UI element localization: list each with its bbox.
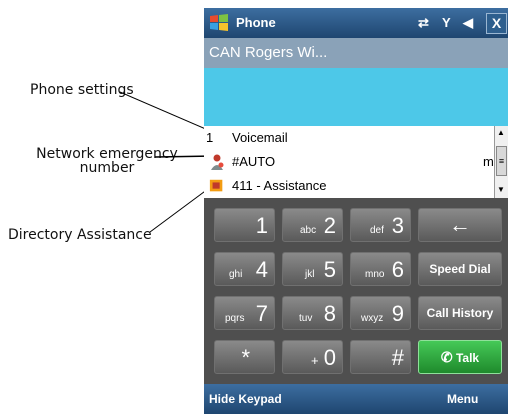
key-hash[interactable]: # [350,340,411,374]
list-item-label: 411 - Assistance [232,178,327,193]
backspace-icon: ← [449,212,471,237]
key-4[interactable]: ghi 4 [214,252,275,286]
callout-phone-settings: Phone settings [30,82,134,98]
speaker-icon[interactable]: ◀ [463,15,473,31]
list-item-emergency[interactable]: #AUTO m [204,150,494,174]
key-digit: 1 [255,213,268,238]
callout-directory-assistance: Directory Assistance [8,227,152,243]
speed-dial-button[interactable]: Speed Dial [418,252,502,286]
key-3[interactable]: def 3 [350,208,411,242]
key-letters: wxyz [361,313,384,324]
list-item-label: #AUTO [232,154,276,169]
callout-network-emergency: Network emergency number [24,147,190,175]
key-2[interactable]: abc 2 [282,208,343,242]
key-digit: 5 [323,257,336,282]
talk-label: Talk [455,351,480,365]
key-letters: pqrs [225,313,245,324]
key-digit: 6 [391,257,404,282]
callout-network-emergency-line1: Network emergency [36,146,178,162]
key-letters: + [311,353,319,368]
list-item-voicemail[interactable]: 1 Voicemail [204,126,494,150]
key-6[interactable]: mno 6 [350,252,411,286]
phone-handset-icon: ✆ [440,349,453,365]
list-item-assistance[interactable]: 411 - Assistance [204,174,494,198]
app-title: Phone [236,15,276,30]
scroll-thumb[interactable]: ≡ [496,146,507,176]
speed-dial-list: 1 Voicemail #AUTO m 411 - Assistance ▲ ≡… [204,126,508,198]
softkey-hide-keypad[interactable]: Hide Keypad [209,392,282,406]
list-item-label: Voicemail [232,130,288,145]
scroll-up-icon[interactable]: ▲ [497,129,505,137]
dial-number-display[interactable] [204,68,508,126]
start-icon[interactable] [207,11,231,35]
leader-line-directory-assistance [149,185,213,233]
key-digit: 0 [323,345,336,370]
key-digit: 9 [391,301,404,326]
softkey-menu[interactable]: Menu [447,392,478,406]
backspace-button[interactable]: ← [418,208,502,242]
key-letters: abc [300,225,317,236]
dial-keypad: 1 abc 2 def 3 ← ghi 4 jkl 5 mno 6 Speed … [204,198,508,384]
key-5[interactable]: jkl 5 [282,252,343,286]
key-letters: jkl [305,269,315,280]
title-bar: Phone ⇄ Y ◀ X [204,8,508,38]
talk-button[interactable]: ✆ Talk [418,340,502,374]
key-letters: tuv [299,313,313,324]
key-digit: 8 [323,301,336,326]
key-digit: 7 [255,301,268,326]
key-star[interactable]: * [214,340,275,374]
key-letters: ghi [229,269,243,280]
signal-icon[interactable]: Y [442,15,451,30]
key-digit: 3 [391,213,404,238]
key-0[interactable]: + 0 [282,340,343,374]
connectivity-icon[interactable]: ⇄ [418,15,429,31]
list-item-number: 1 [206,130,214,145]
assistance-icon [209,179,223,192]
key-letters: mno [365,269,385,280]
key-1[interactable]: 1 [214,208,275,242]
key-7[interactable]: pqrs 7 [214,296,275,330]
phone-screen: Phone ⇄ Y ◀ X CAN Rogers Wi... 1 Voicema… [204,8,508,414]
key-digit: 4 [255,257,268,282]
key-9[interactable]: wxyz 9 [350,296,411,330]
carrier-name: CAN Rogers Wi... [204,38,508,68]
list-item-suffix: m [483,154,494,169]
key-digit: * [241,345,250,370]
softkey-bar: Hide Keypad Menu [204,384,508,414]
close-button[interactable]: X [486,13,507,34]
scroll-down-icon[interactable]: ▼ [497,186,505,194]
key-8[interactable]: tuv 8 [282,296,343,330]
callout-network-emergency-line2: number [79,160,135,176]
key-digit: # [391,345,404,370]
key-digit: 2 [323,213,336,238]
key-letters: def [370,225,384,236]
emergency-person-icon [211,154,224,170]
list-scrollbar[interactable]: ▲ ≡ ▼ [494,126,508,198]
call-history-button[interactable]: Call History [418,296,502,330]
